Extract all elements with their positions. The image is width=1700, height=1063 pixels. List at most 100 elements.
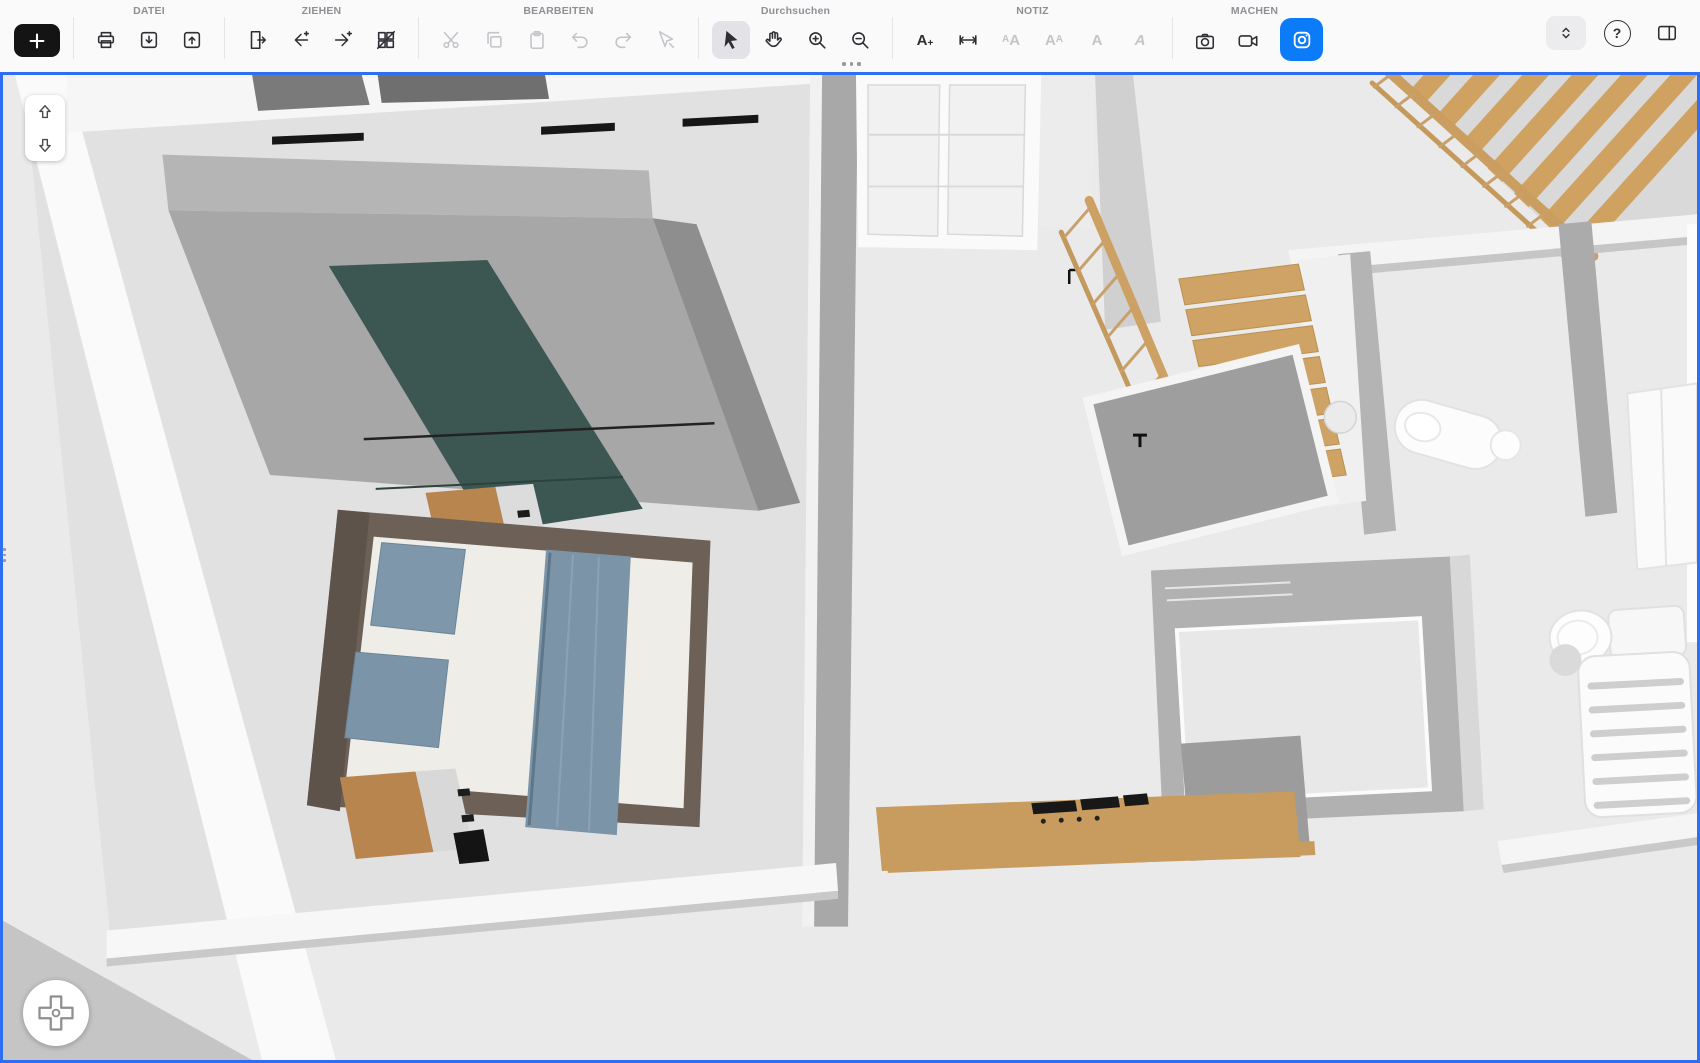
chevrons-up-down-icon: [1556, 23, 1576, 43]
import-file-button[interactable]: [130, 21, 168, 59]
level-down-button[interactable]: [25, 128, 65, 161]
group-durchsuchen-label: Durchsuchen: [761, 5, 830, 18]
clipboard-icon: [526, 29, 548, 51]
separator: [73, 17, 74, 59]
print-icon: [95, 29, 117, 51]
dpad-navigation[interactable]: [23, 980, 89, 1046]
drag-plan-button[interactable]: [238, 21, 276, 59]
group-bearbeiten: BEARBEITEN: [432, 5, 685, 59]
zoom-out-icon: [849, 29, 871, 51]
copy-icon: [483, 29, 505, 51]
add-dimension-button[interactable]: [949, 21, 987, 59]
canvas-drag-handle[interactable]: [842, 62, 861, 66]
hand-icon: [763, 29, 785, 51]
text-italic-button[interactable]: A: [1121, 21, 1159, 59]
arrow-down-icon: [35, 135, 55, 155]
font-decrease-button[interactable]: AA: [1035, 21, 1073, 59]
paste-button[interactable]: [518, 21, 556, 59]
dimension-icon: [957, 29, 979, 51]
group-ziehen-label: ZIEHEN: [302, 5, 342, 18]
cut-button[interactable]: [432, 21, 470, 59]
group-machen: MACHEN: [1186, 5, 1323, 61]
add-text-button[interactable]: A+: [906, 21, 944, 59]
help-button[interactable]: ?: [1598, 14, 1636, 52]
add-text-icon: A+: [917, 33, 934, 48]
redo-button[interactable]: [604, 21, 642, 59]
separator: [892, 17, 893, 59]
dpad-icon: [32, 989, 80, 1037]
add-button[interactable]: [14, 24, 60, 57]
pillow: [345, 652, 449, 748]
separator: [224, 17, 225, 59]
redo-icon: [612, 29, 634, 51]
decor-sphere[interactable]: [1491, 430, 1521, 460]
separator: [698, 17, 699, 59]
undo-button[interactable]: [561, 21, 599, 59]
export-icon: [181, 29, 203, 51]
italic-a-icon: A: [1135, 33, 1146, 48]
question-mark-icon: ?: [1604, 20, 1631, 47]
import-icon: [138, 29, 160, 51]
collapse-toolbar-button[interactable]: [1546, 16, 1586, 50]
plus-icon: [26, 30, 48, 52]
pillow: [371, 543, 466, 635]
home-design-app: { "toolbar": { "groups": [ {"label": "DA…: [0, 0, 1700, 1063]
group-add: [14, 5, 60, 57]
panels-button[interactable]: [1648, 14, 1686, 52]
bold-a-icon: A: [1092, 33, 1103, 48]
rooms-grid-slash-icon: [375, 29, 397, 51]
group-notiz: NOTIZ A+ AA AA A A: [906, 5, 1159, 59]
font-increase-button[interactable]: AA: [992, 21, 1030, 59]
group-add-label: [32, 5, 42, 18]
group-datei-label: DATEI: [133, 5, 165, 18]
toolbar-left: DATEI ZIEHEN: [14, 5, 1323, 61]
arrow-right-plus-icon: [332, 29, 354, 51]
radiator[interactable]: [1577, 651, 1697, 818]
undo-icon: [569, 29, 591, 51]
zoom-in-button[interactable]: [798, 21, 836, 59]
video-button[interactable]: [1229, 22, 1267, 60]
aperture-icon: [1291, 29, 1313, 51]
font-decrease-icon: AA: [1045, 33, 1063, 48]
left-drag-handle[interactable]: [3, 548, 6, 562]
pan-tool-button[interactable]: [755, 21, 793, 59]
zoom-in-icon: [806, 29, 828, 51]
side-panel-icon: [1656, 22, 1678, 44]
cursor-icon: [720, 29, 742, 51]
group-notiz-label: NOTIZ: [1016, 5, 1049, 18]
text-bold-button[interactable]: A: [1078, 21, 1116, 59]
group-datei: DATEI: [87, 5, 211, 59]
arrow-up-icon: [35, 102, 55, 122]
rooms-grid-button[interactable]: [367, 21, 405, 59]
render-button[interactable]: [1280, 18, 1323, 61]
font-increase-icon: AA: [1002, 33, 1020, 48]
camera-icon: [1194, 30, 1216, 52]
photo-button[interactable]: [1186, 22, 1224, 60]
paste-style-button[interactable]: [647, 21, 685, 59]
arrow-right-add-button[interactable]: [324, 21, 362, 59]
toolbar-right: ?: [1546, 5, 1686, 52]
zoom-out-button[interactable]: [841, 21, 879, 59]
decor-ball[interactable]: [1324, 401, 1356, 433]
floorplan-3d-view[interactable]: [3, 75, 1697, 1060]
3d-viewport[interactable]: [0, 72, 1700, 1063]
print-button[interactable]: [87, 21, 125, 59]
level-up-button[interactable]: [25, 95, 65, 128]
arrow-left-add-button[interactable]: [281, 21, 319, 59]
separator: [418, 17, 419, 59]
scissors-icon: [440, 29, 462, 51]
copy-button[interactable]: [475, 21, 513, 59]
separator: [1172, 17, 1173, 59]
french-door[interactable]: [856, 75, 1095, 250]
group-ziehen: ZIEHEN: [238, 5, 405, 59]
style-cursor-icon: [655, 29, 677, 51]
group-machen-label: MACHEN: [1231, 5, 1278, 18]
right-wardrobe[interactable]: [1627, 383, 1697, 569]
group-bearbeiten-label: BEARBEITEN: [523, 5, 593, 18]
level-navigator: [25, 95, 65, 161]
video-camera-icon: [1237, 30, 1259, 52]
export-file-button[interactable]: [173, 21, 211, 59]
group-durchsuchen: Durchsuchen: [712, 5, 879, 59]
plan-arrow-icon: [246, 29, 268, 51]
select-tool-button[interactable]: [712, 21, 750, 59]
